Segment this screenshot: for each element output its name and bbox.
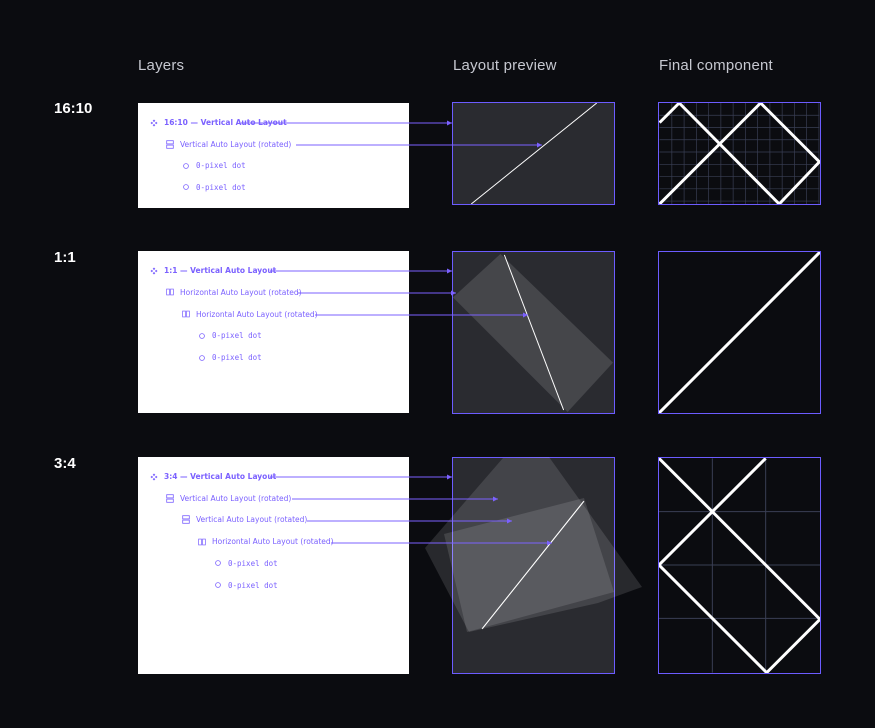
- final-1-1: [658, 251, 821, 414]
- layer-name: 0-pixel dot: [212, 353, 262, 363]
- dot-icon: [214, 559, 222, 567]
- horizontal-layout-icon: [198, 538, 206, 546]
- layer-row[interactable]: 0-pixel dot: [182, 161, 246, 170]
- layer-name: 3:4 — Vertical Auto Layout: [164, 472, 277, 481]
- component-icon: [150, 267, 158, 275]
- component-icon: [150, 119, 158, 127]
- layer-row[interactable]: 0-pixel dot: [182, 183, 246, 192]
- ratio-label-1-1: 1:1: [54, 249, 76, 266]
- layer-row[interactable]: 0-pixel dot: [214, 559, 278, 568]
- layer-name: Vertical Auto Layout (rotated): [180, 139, 292, 149]
- layer-row-component[interactable]: 3:4 — Vertical Auto Layout: [150, 472, 276, 481]
- column-header-preview: Layout preview: [453, 57, 557, 74]
- horizontal-layout-icon: [166, 288, 174, 296]
- preview-diagonal-line: [470, 103, 598, 204]
- layer-row-component[interactable]: 1:1 — Vertical Auto Layout: [150, 266, 276, 275]
- column-header-final: Final component: [659, 57, 773, 74]
- final-canvas-3-4: [659, 458, 820, 673]
- dot-icon: [198, 354, 206, 362]
- layer-name: 16:10 — Vertical Auto Layout: [164, 118, 287, 127]
- preview-diagonal-line: [482, 501, 584, 629]
- dot-icon: [182, 183, 190, 191]
- dot-icon: [214, 581, 222, 589]
- preview-canvas-1-1: [453, 253, 614, 413]
- dot-icon: [198, 332, 206, 340]
- layers-panel-1-1: 1:1 — Vertical Auto Layout Horizontal Aut…: [138, 251, 409, 413]
- preview-canvas-3-4: [482, 501, 584, 629]
- preview-canvas-16-10: [470, 103, 598, 204]
- layer-row[interactable]: Vertical Auto Layout (rotated): [182, 515, 307, 524]
- preview-1-1: [452, 251, 615, 414]
- layer-name: Horizontal Auto Layout (rotated): [180, 287, 302, 297]
- layer-row[interactable]: Horizontal Auto Layout (rotated): [182, 310, 318, 319]
- preview-3-4: [452, 457, 615, 674]
- layer-name: 0-pixel dot: [196, 182, 246, 192]
- layer-name: Vertical Auto Layout (rotated): [196, 515, 308, 525]
- layer-name: 0-pixel dot: [212, 331, 262, 341]
- ratio-label-3-4: 3:4: [54, 455, 76, 472]
- final-16-10: [658, 102, 821, 205]
- vertical-layout-icon: [182, 515, 190, 525]
- component-icon: [150, 473, 158, 481]
- layer-row[interactable]: 0-pixel dot: [198, 331, 262, 340]
- final-diagonal-line: [659, 252, 820, 413]
- layer-name: 0-pixel dot: [228, 580, 278, 590]
- column-header-layers: Layers: [138, 57, 185, 74]
- layer-name: 1:1 — Vertical Auto Layout: [164, 266, 277, 275]
- vertical-layout-icon: [166, 493, 174, 503]
- layer-name: Horizontal Auto Layout (rotated): [212, 537, 334, 547]
- layer-row-component[interactable]: 16:10 — Vertical Auto Layout: [150, 118, 287, 127]
- layer-row[interactable]: Horizontal Auto Layout (rotated): [198, 537, 334, 546]
- rotated-layout-rect: [453, 253, 614, 413]
- layer-row[interactable]: Vertical Auto Layout (rotated): [166, 140, 291, 149]
- layer-row[interactable]: 0-pixel dot: [214, 581, 278, 590]
- preview-16-10: [452, 102, 615, 205]
- vertical-layout-icon: [166, 139, 174, 149]
- layers-panel-3-4: 3:4 — Vertical Auto Layout Vertical Auto …: [138, 457, 409, 674]
- ratio-label-16-10: 16:10: [54, 100, 93, 117]
- final-3-4: [658, 457, 821, 674]
- layer-name: 0-pixel dot: [228, 558, 278, 568]
- layer-name: 0-pixel dot: [196, 161, 246, 170]
- horizontal-layout-icon: [182, 310, 190, 318]
- dot-icon: [182, 162, 190, 170]
- layer-row[interactable]: Horizontal Auto Layout (rotated): [166, 288, 302, 297]
- layer-row[interactable]: 0-pixel dot: [198, 353, 262, 362]
- layers-panel-16-10: 16:10 — Vertical Auto Layout Vertical Aut…: [138, 103, 409, 208]
- layer-name: Horizontal Auto Layout (rotated): [196, 309, 318, 319]
- final-canvas-1-1: [659, 252, 820, 413]
- layer-row[interactable]: Vertical Auto Layout (rotated): [166, 494, 291, 503]
- final-canvas-16-10: [659, 103, 820, 204]
- layer-name: Vertical Auto Layout (rotated): [180, 493, 292, 503]
